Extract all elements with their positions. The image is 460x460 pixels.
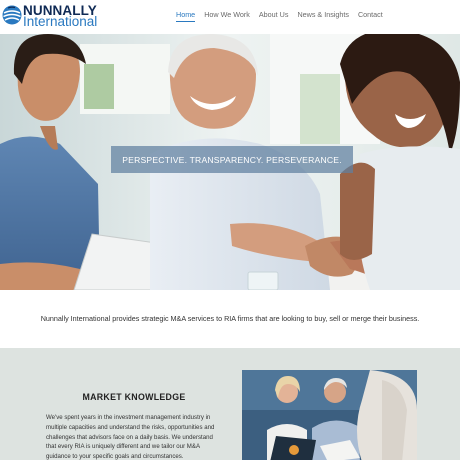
nav-contact[interactable]: Contact xyxy=(358,10,383,22)
nav-home[interactable]: Home xyxy=(176,10,196,22)
tagline-banner: PERSPECTIVE. TRANSPARENCY. PERSEVERANCE. xyxy=(111,146,353,173)
logo-subname: International xyxy=(23,14,98,29)
hero-banner: PERSPECTIVE. TRANSPARENCY. PERSEVERANCE. xyxy=(0,34,460,290)
intro-section: Nunnally International provides strategi… xyxy=(0,290,460,348)
hero-tagline: PERSPECTIVE. TRANSPARENCY. PERSEVERANCE. xyxy=(122,154,342,165)
main-nav: Home How We Work About Us News & Insight… xyxy=(176,10,383,22)
nav-how-we-work[interactable]: How We Work xyxy=(204,10,250,22)
advisors-meeting-photo xyxy=(242,370,417,460)
market-knowledge-section: MARKET KNOWLEDGE We've spent years in th… xyxy=(0,348,460,460)
section-body: We've spent years in the investment mana… xyxy=(46,414,215,460)
logo[interactable]: NUNNALLY International xyxy=(2,3,102,31)
nav-news-insights[interactable]: News & Insights xyxy=(297,10,349,22)
nav-about-us[interactable]: About Us xyxy=(259,10,289,22)
section-title: MARKET KNOWLEDGE xyxy=(82,392,186,402)
globe-logo-icon xyxy=(2,5,22,25)
intro-text: Nunnally International provides strategi… xyxy=(40,314,420,323)
site-header: NUNNALLY International Home How We Work … xyxy=(0,0,460,34)
